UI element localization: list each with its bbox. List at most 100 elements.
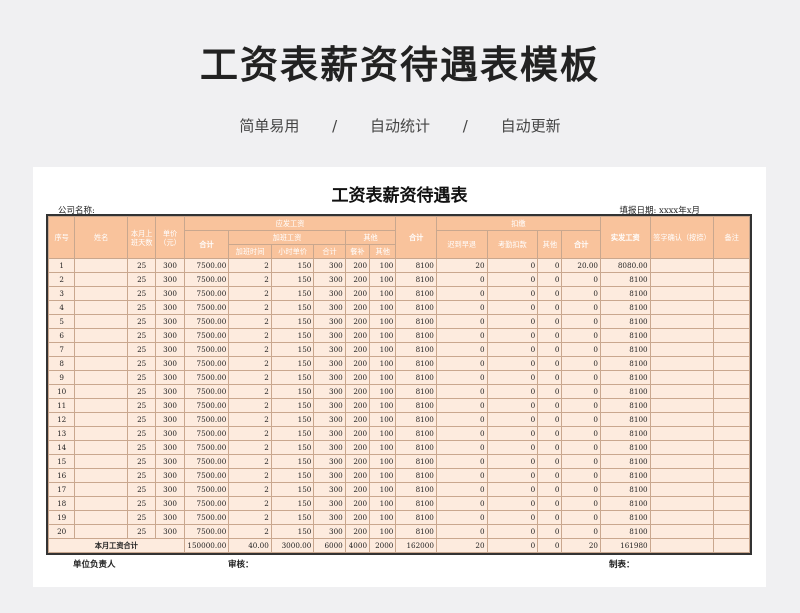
cell-subtotal[interactable]: 7500.00	[183, 524, 230, 539]
cell-days[interactable]: 25	[126, 356, 157, 371]
cell-other[interactable]: 100	[369, 356, 397, 371]
cell-name[interactable]	[74, 384, 128, 399]
cell-meal[interactable]: 200	[344, 328, 371, 343]
cell-absence[interactable]: 0	[486, 328, 539, 343]
cell-name[interactable]	[74, 468, 128, 483]
cell-absence[interactable]: 0	[486, 468, 539, 483]
cell-price[interactable]: 300	[155, 258, 185, 273]
cell-price[interactable]: 300	[155, 468, 185, 483]
cell-subtotal[interactable]: 7500.00	[183, 286, 230, 301]
cell-meal[interactable]: 200	[344, 286, 371, 301]
cell-meal[interactable]: 200	[344, 496, 371, 511]
cell-ot-total[interactable]: 300	[313, 300, 346, 315]
cell-name[interactable]	[74, 272, 128, 287]
cell-ded-total[interactable]: 0	[561, 440, 601, 455]
cell-hourly[interactable]: 150	[270, 314, 315, 329]
cell-ot-hours[interactable]: 2	[228, 412, 272, 427]
cell-days[interactable]: 25	[126, 286, 157, 301]
cell-actual[interactable]: 8100	[599, 454, 651, 469]
cell-absence[interactable]: 0	[486, 412, 539, 427]
cell-ded-other[interactable]: 0	[537, 314, 563, 329]
cell-hourly[interactable]: 150	[270, 342, 315, 357]
cell-days[interactable]: 25	[126, 370, 157, 385]
cell-ded-other[interactable]: 0	[537, 398, 563, 413]
cell-days[interactable]: 25	[126, 482, 157, 497]
cell-actual[interactable]: 8100	[599, 384, 651, 399]
cell-payable[interactable]: 8100	[395, 510, 437, 525]
cell-other[interactable]: 100	[369, 454, 397, 469]
cell-sign[interactable]	[649, 454, 715, 469]
cell-subtotal[interactable]: 7500.00	[183, 496, 230, 511]
cell-absence[interactable]: 0	[486, 426, 539, 441]
cell-remark[interactable]	[713, 440, 750, 455]
cell-hourly[interactable]: 150	[270, 454, 315, 469]
cell-late[interactable]: 0	[435, 510, 488, 525]
cell-hourly[interactable]: 150	[270, 482, 315, 497]
cell-sign[interactable]	[649, 398, 715, 413]
cell-name[interactable]	[74, 412, 128, 427]
cell-price[interactable]: 300	[155, 440, 185, 455]
cell-seq[interactable]: 11	[47, 398, 76, 413]
cell-name[interactable]	[74, 314, 128, 329]
cell-ded-other[interactable]: 0	[537, 426, 563, 441]
cell-seq[interactable]: 15	[47, 454, 76, 469]
cell-late[interactable]: 0	[435, 300, 488, 315]
cell-payable[interactable]: 8100	[395, 468, 437, 483]
cell-ded-total[interactable]: 0	[561, 468, 601, 483]
cell-meal[interactable]: 200	[344, 314, 371, 329]
cell-seq[interactable]: 9	[47, 370, 76, 385]
cell-remark[interactable]	[713, 398, 750, 413]
cell-seq[interactable]: 12	[47, 412, 76, 427]
cell-late[interactable]: 0	[435, 356, 488, 371]
cell-hourly[interactable]: 150	[270, 412, 315, 427]
cell-ded-other[interactable]: 0	[537, 496, 563, 511]
cell-payable[interactable]: 8100	[395, 384, 437, 399]
cell-hourly[interactable]: 150	[270, 468, 315, 483]
cell-name[interactable]	[74, 426, 128, 441]
cell-other[interactable]: 100	[369, 258, 397, 273]
cell-days[interactable]: 25	[126, 328, 157, 343]
cell-payable[interactable]: 8100	[395, 454, 437, 469]
cell-sign[interactable]	[649, 258, 715, 273]
cell-seq[interactable]: 16	[47, 468, 76, 483]
cell-late[interactable]: 0	[435, 286, 488, 301]
cell-ded-total[interactable]: 0	[561, 272, 601, 287]
cell-late[interactable]: 0	[435, 468, 488, 483]
cell-seq[interactable]: 8	[47, 356, 76, 371]
cell-hourly[interactable]: 150	[270, 426, 315, 441]
cell-hourly[interactable]: 150	[270, 496, 315, 511]
cell-actual[interactable]: 8100	[599, 496, 651, 511]
cell-seq[interactable]: 3	[47, 286, 76, 301]
cell-actual[interactable]: 8100	[599, 272, 651, 287]
cell-remark[interactable]	[713, 286, 750, 301]
cell-ded-other[interactable]: 0	[537, 258, 563, 273]
cell-days[interactable]: 25	[126, 384, 157, 399]
cell-ded-total[interactable]: 0	[561, 426, 601, 441]
cell-absence[interactable]: 0	[486, 342, 539, 357]
cell-ot-total[interactable]: 300	[313, 468, 346, 483]
cell-other[interactable]: 100	[369, 496, 397, 511]
cell-meal[interactable]: 200	[344, 384, 371, 399]
cell-other[interactable]: 100	[369, 398, 397, 413]
cell-other[interactable]: 100	[369, 412, 397, 427]
cell-other[interactable]: 100	[369, 426, 397, 441]
cell-price[interactable]: 300	[155, 454, 185, 469]
cell-ot-total[interactable]: 300	[313, 496, 346, 511]
cell-sign[interactable]	[649, 370, 715, 385]
cell-other[interactable]: 100	[369, 272, 397, 287]
cell-ot-total[interactable]: 300	[313, 524, 346, 539]
cell-ot-total[interactable]: 300	[313, 510, 346, 525]
cell-ot-hours[interactable]: 2	[228, 510, 272, 525]
cell-hourly[interactable]: 150	[270, 384, 315, 399]
cell-remark[interactable]	[713, 468, 750, 483]
cell-absence[interactable]: 0	[486, 510, 539, 525]
cell-hourly[interactable]: 150	[270, 272, 315, 287]
cell-days[interactable]: 25	[126, 468, 157, 483]
cell-actual[interactable]: 8100	[599, 482, 651, 497]
cell-ded-other[interactable]: 0	[537, 412, 563, 427]
cell-subtotal[interactable]: 7500.00	[183, 468, 230, 483]
cell-price[interactable]: 300	[155, 412, 185, 427]
cell-actual[interactable]: 8100	[599, 412, 651, 427]
cell-payable[interactable]: 8100	[395, 440, 437, 455]
cell-payable[interactable]: 8100	[395, 258, 437, 273]
